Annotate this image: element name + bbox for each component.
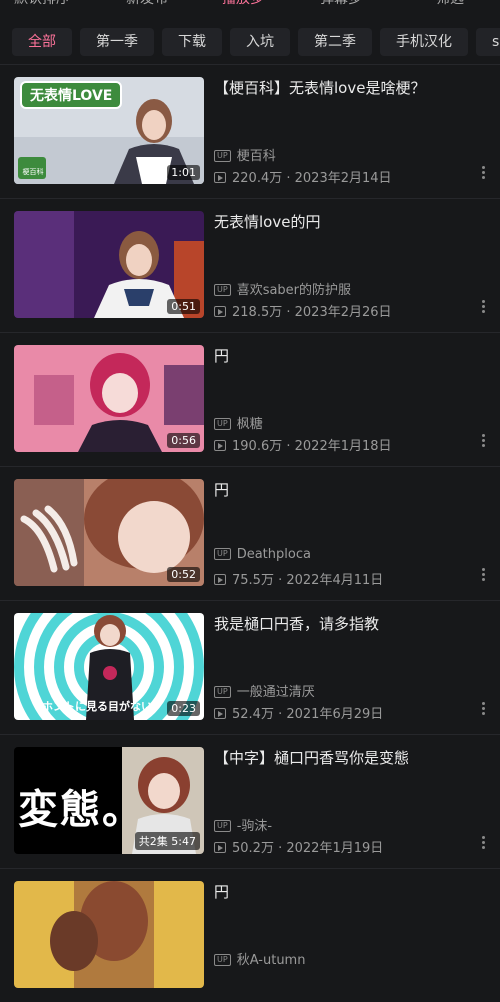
video-stats-row: 190.6万 · 2022年1月18日 <box>214 435 392 454</box>
video-stats-row: 218.5万 · 2023年2月26日 <box>214 301 392 320</box>
video-thumbnail[interactable]: 0:56 <box>14 345 204 452</box>
video-thumbnail[interactable]: 无表情LOVE 梗百科 1:01 <box>14 77 204 184</box>
sort-tab-default[interactable]: 默认排序 <box>14 0 70 8</box>
video-item[interactable]: 0:56 円 UP 枫糖 190.6万 · 2022年1月18日 <box>0 332 500 466</box>
chip-season-1[interactable]: 第一季 <box>80 28 154 56</box>
up-icon: UP <box>214 418 231 430</box>
chip-mobile-translation[interactable]: 手机汉化 <box>380 28 468 56</box>
video-title[interactable]: 円 <box>214 345 478 367</box>
video-uploader[interactable]: 喜欢saber的防护服 <box>237 283 351 298</box>
thumbnail-title-text: 无表情LOVE <box>20 81 123 109</box>
video-date: 2023年2月14日 <box>294 171 392 186</box>
up-icon: UP <box>214 820 231 832</box>
video-duration: 共2集 5:47 <box>134 832 200 850</box>
video-stats-row: 50.2万 · 2022年1月19日 <box>214 837 383 856</box>
video-uploader-row: UP 秋A-utumn <box>214 949 305 968</box>
thumbnail-caption: ホントに見る目がない <box>42 700 152 713</box>
video-stats-row: 75.5万 · 2022年4月11日 <box>214 569 383 588</box>
video-date: 2022年4月11日 <box>286 573 384 588</box>
video-uploader[interactable]: -驹沫- <box>237 819 272 834</box>
video-stats-row: 220.4万 · 2023年2月14日 <box>214 167 392 186</box>
video-uploader[interactable]: 梗百科 <box>237 149 276 164</box>
video-uploader-row: UP 一般通过清厌 <box>214 681 315 700</box>
sort-tab-filter[interactable]: 筛选 <box>436 0 464 8</box>
thumbnail-channel-badge: 梗百科 <box>22 168 44 176</box>
video-title[interactable]: 我是樋口円香，请多指教 <box>214 613 478 635</box>
sort-tab-most-played[interactable]: 播放多 <box>222 0 264 8</box>
category-chips: 全部第一季下载入坑第二季手机汉化 song <box>0 28 500 58</box>
more-options-icon[interactable] <box>478 298 488 316</box>
video-views: 190.6万 <box>232 439 283 454</box>
video-item[interactable]: 0:51 无表情love的円 UP 喜欢saber的防护服 218.5万 · 20… <box>0 198 500 332</box>
video-date: 2021年6月29日 <box>286 707 384 722</box>
video-stats-row: 52.4万 · 2021年6月29日 <box>214 703 383 722</box>
video-title[interactable]: 无表情love的円 <box>214 211 478 233</box>
more-options-icon[interactable] <box>478 164 488 182</box>
play-count-icon <box>214 306 226 317</box>
video-uploader-row: UP Deathploca <box>214 547 311 562</box>
more-options-icon[interactable] <box>478 700 488 718</box>
video-views: 220.4万 <box>232 171 283 186</box>
video-thumbnail[interactable] <box>14 881 204 988</box>
sort-tab-newest[interactable]: 新发布 <box>126 0 168 8</box>
video-date: 2023年2月26日 <box>294 305 392 320</box>
up-icon: UP <box>214 548 231 560</box>
video-views: 218.5万 <box>232 305 283 320</box>
chip-intro[interactable]: 入坑 <box>230 28 290 56</box>
video-item[interactable]: 円 UP 秋A-utumn <box>0 868 500 1002</box>
chip-download[interactable]: 下载 <box>162 28 222 56</box>
play-count-icon <box>214 574 226 585</box>
play-count-icon <box>214 172 226 183</box>
video-title[interactable]: 円 <box>214 479 478 501</box>
video-duration: 0:52 <box>167 567 200 582</box>
video-date: 2022年1月18日 <box>294 439 392 454</box>
video-uploader-row: UP -驹沫- <box>214 815 272 834</box>
video-duration: 0:23 <box>167 701 200 716</box>
sort-tab-most-danmaku[interactable]: 弹幕多 <box>320 0 362 8</box>
video-thumbnail[interactable]: 0:52 <box>14 479 204 586</box>
video-item[interactable]: 无表情LOVE 梗百科 1:01 【梗百科】无表情love是啥梗？ UP 梗百科 … <box>0 64 500 198</box>
video-thumbnail[interactable]: 0:51 <box>14 211 204 318</box>
video-item[interactable]: 0:52 円 UP Deathploca 75.5万 · 2022年4月11日 <box>0 466 500 600</box>
video-uploader-row: UP 喜欢saber的防护服 <box>214 279 351 298</box>
video-title[interactable]: 【梗百科】无表情love是啥梗？ <box>214 77 478 99</box>
video-date: 2022年1月19日 <box>286 841 384 856</box>
video-thumbnail[interactable]: 変態。 共2集 5:47 <box>14 747 204 854</box>
video-title[interactable]: 【中字】樋口円香骂你是变態 <box>214 747 478 769</box>
chip-song[interactable]: song <box>476 28 500 56</box>
video-duration: 0:51 <box>167 299 200 314</box>
video-item[interactable]: ホントに見る目がない 0:23 我是樋口円香，请多指教 UP 一般通过清厌 52.… <box>0 600 500 734</box>
play-count-icon <box>214 708 226 719</box>
video-thumbnail[interactable]: ホントに見る目がない 0:23 <box>14 613 204 720</box>
up-icon: UP <box>214 150 231 162</box>
more-options-icon[interactable] <box>478 834 488 852</box>
thumbnail-title-text: 変態。 <box>18 787 144 833</box>
more-options-icon[interactable] <box>478 566 488 584</box>
video-item[interactable]: 変態。 共2集 5:47 【中字】樋口円香骂你是变態 UP -驹沫- 50.2万 … <box>0 734 500 868</box>
video-duration: 0:56 <box>167 433 200 448</box>
video-uploader-row: UP 枫糖 <box>214 413 263 432</box>
video-uploader[interactable]: 枫糖 <box>237 417 263 432</box>
chip-all[interactable]: 全部 <box>12 28 72 56</box>
sort-tabs: 默认排序 新发布 播放多 弹幕多 筛选 <box>0 0 500 12</box>
chip-season-2[interactable]: 第二季 <box>298 28 372 56</box>
play-count-icon <box>214 440 226 451</box>
video-views: 52.4万 <box>232 707 274 722</box>
video-uploader[interactable]: Deathploca <box>237 547 311 562</box>
video-uploader-row: UP 梗百科 <box>214 145 276 164</box>
video-views: 50.2万 <box>232 841 274 856</box>
up-icon: UP <box>214 686 231 698</box>
video-uploader[interactable]: 一般通过清厌 <box>237 685 315 700</box>
up-icon: UP <box>214 954 231 966</box>
up-icon: UP <box>214 284 231 296</box>
play-count-icon <box>214 842 226 853</box>
video-list: 无表情LOVE 梗百科 1:01 【梗百科】无表情love是啥梗？ UP 梗百科 … <box>0 64 500 1002</box>
video-duration: 1:01 <box>167 165 200 180</box>
video-uploader[interactable]: 秋A-utumn <box>237 953 306 968</box>
video-views: 75.5万 <box>232 573 274 588</box>
video-title[interactable]: 円 <box>214 881 478 903</box>
more-options-icon[interactable] <box>478 432 488 450</box>
